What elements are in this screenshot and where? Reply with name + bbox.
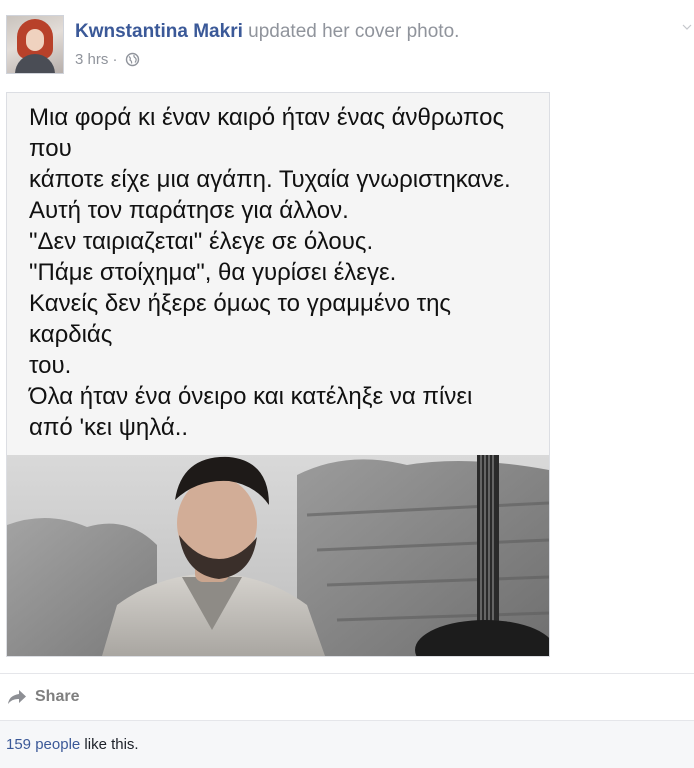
photo-image: [7, 455, 549, 656]
share-arrow-icon: [8, 690, 26, 704]
feed-post: Kwnstantina Makri updated her cover phot…: [0, 0, 694, 768]
photo-text-line: "Δεν ταιριαζεται" έλεγε σε όλους.: [29, 228, 374, 255]
photo-text-panel: Μια φορά κι έναν καιρό ήταν ένας άνθρωπο…: [7, 93, 549, 455]
photo-text-line: από 'κει ψηλά..: [29, 414, 189, 441]
photo-text-line: κάποτε είχε μια αγάπη. Τυχαία γνωριστηκα…: [29, 166, 511, 193]
meta-separator: ·: [112, 51, 118, 68]
divider: [0, 673, 694, 674]
post-timestamp[interactable]: 3 hrs: [75, 51, 108, 68]
likes-count-link[interactable]: 159 people: [6, 736, 80, 753]
photo-text-line: "Πάμε στοίχημα", θα γυρίσει έλεγε.: [29, 259, 397, 286]
photo-text-line: Αυτή τον παράτησε για άλλον.: [29, 197, 349, 224]
author-name-link[interactable]: Kwnstantina Makri: [75, 21, 243, 42]
photo-text-line: που: [29, 135, 72, 162]
avatar-face: [26, 29, 44, 51]
photo-text-line: Μια φορά κι έναν καιρό ήταν ένας άνθρωπο…: [29, 104, 505, 131]
likes-suffix: like this.: [80, 736, 139, 753]
likes-text: 159 people like this.: [6, 735, 139, 755]
post-header: Kwnstantina Makri updated her cover phot…: [75, 20, 459, 44]
share-label: Share: [35, 688, 80, 705]
photo-text-line: Όλα ήταν ένα όνειρο και κατέληξε να πίνε…: [29, 383, 473, 410]
post-meta: 3 hrs ·: [75, 50, 140, 73]
post-action-text: updated her cover photo.: [248, 21, 460, 42]
share-button[interactable]: Share: [7, 686, 79, 708]
chevron-down-icon[interactable]: [682, 22, 692, 32]
photo-text-line: του.: [29, 352, 72, 379]
avatar[interactable]: [6, 15, 64, 74]
globe-icon[interactable]: [125, 52, 140, 73]
photo-text: Μια φορά κι έναν καιρό ήταν ένας άνθρωπο…: [29, 102, 511, 443]
photo-text-line: Κανείς δεν ήξερε όμως το γραμμένο της: [29, 290, 451, 317]
photo-text-line: καρδιάς: [29, 321, 113, 348]
likes-summary: 159 people like this.: [0, 720, 694, 768]
cover-photo[interactable]: Μια φορά κι έναν καιρό ήταν ένας άνθρωπο…: [6, 92, 550, 657]
